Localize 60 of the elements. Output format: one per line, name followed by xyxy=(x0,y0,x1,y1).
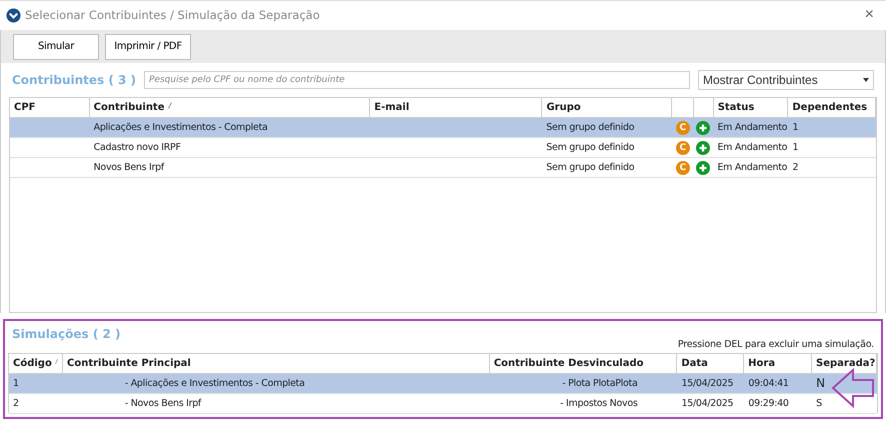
table-cell: 09:29:40 xyxy=(748,398,789,409)
column-header[interactable]: Status xyxy=(714,98,788,118)
sort-icon xyxy=(168,102,172,110)
app-logo-icon xyxy=(6,8,21,23)
search-field[interactable]: Pesquise pelo CPF ou nome do contribuinte xyxy=(144,71,690,90)
column-header[interactable]: E-mail xyxy=(370,98,542,118)
column-header[interactable]: CPF xyxy=(10,98,90,118)
table-cell: - Aplicações e Investimentos - Completa xyxy=(124,378,305,389)
table-cell: Novos Bens Irpf xyxy=(94,162,164,174)
table-cell: Em Andamento xyxy=(717,122,788,134)
column-header[interactable]: Separada? xyxy=(812,354,877,373)
close-button[interactable]: × xyxy=(858,6,880,24)
table-cell: 2 xyxy=(13,398,19,409)
window-title: Selecionar Contribuintes / Simulação da Separação xyxy=(25,8,321,22)
table-cell: Em Andamento xyxy=(717,142,788,154)
table-cell: Sem grupo definido xyxy=(546,162,634,174)
sort-icon xyxy=(54,358,58,365)
table-cell: 1 xyxy=(13,378,19,389)
print-button[interactable]: Imprimir / PDF xyxy=(105,34,191,60)
filter-dropdown[interactable]: Mostrar Contribuintes xyxy=(698,70,874,90)
table-row[interactable]: Cadastro novo IRPF Sem grupo definido C Em Andamento 1 xyxy=(10,138,876,158)
hint-text: Pressione DEL para excluir uma simulação. xyxy=(678,338,874,350)
column-header[interactable]: Contribuinte Desvinculado xyxy=(490,354,678,373)
column-header[interactable]: Contribuinte xyxy=(90,98,370,118)
table-row[interactable]: Aplicações e Investimentos - Completa Sem grupo definido C Em Andamento 1 xyxy=(10,118,876,138)
simulate-button[interactable]: Simular xyxy=(13,34,99,60)
caret-icon xyxy=(863,78,869,82)
column-header[interactable]: Hora xyxy=(744,354,812,373)
table-cell: - Impostos Novos xyxy=(560,398,638,409)
table-cell: 15/04/2025 xyxy=(681,398,734,409)
table-cell: N xyxy=(816,376,825,390)
table-cell: Aplicações e Investimentos - Completa xyxy=(94,122,268,134)
annotation-arrow xyxy=(831,368,875,408)
plus-circle-icon xyxy=(696,120,710,135)
status-badge: C xyxy=(676,120,690,135)
table-cell: - Plota PlotaPlota xyxy=(562,378,638,389)
status-badge: C xyxy=(676,140,690,155)
table-cell: S xyxy=(816,398,822,409)
table-cell: Sem grupo definido xyxy=(546,122,634,134)
plus-circle-icon xyxy=(696,140,710,155)
table-cell: Cadastro novo IRPF xyxy=(94,142,181,154)
status-badge: C xyxy=(676,160,690,175)
column-header[interactable]: Código xyxy=(9,354,63,373)
table-cell: 2 xyxy=(792,162,798,174)
section-heading: Simulações ( 2 ) xyxy=(12,326,121,341)
table-cell: 09:04:41 xyxy=(748,378,789,389)
table-cell: Sem grupo definido xyxy=(546,142,634,154)
table-row[interactable]: 1 - Aplicações e Investimentos - Completa - Plota PlotaPlota 15/04/2025 09:04:41 N xyxy=(9,374,877,394)
table-cell: 1 xyxy=(792,142,798,154)
column-header[interactable]: Dependentes xyxy=(788,98,876,118)
table-cell: 1 xyxy=(792,122,798,134)
table-cell: - Novos Bens Irpf xyxy=(124,398,201,409)
column-header[interactable]: Data xyxy=(677,354,744,373)
table-row[interactable]: Novos Bens Irpf Sem grupo definido C Em Andamento 2 xyxy=(10,158,876,178)
table-cell: Em Andamento xyxy=(717,162,788,174)
column-header[interactable]: Grupo xyxy=(542,98,672,118)
section-heading: Contribuintes ( 3 ) xyxy=(12,73,136,88)
table-cell: 15/04/2025 xyxy=(681,378,734,389)
plus-circle-icon xyxy=(696,160,710,175)
column-header[interactable]: Contribuinte Principal xyxy=(63,354,490,373)
